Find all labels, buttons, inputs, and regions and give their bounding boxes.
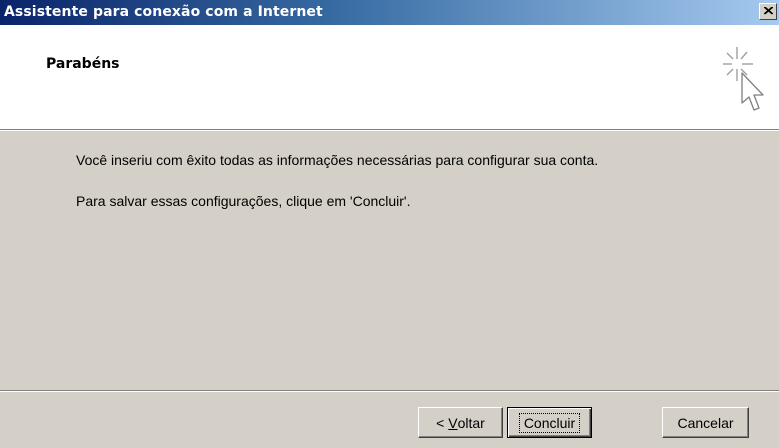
- finish-button[interactable]: Concluir: [507, 407, 592, 438]
- instruction-message: Para salvar essas configurações, clique …: [76, 193, 411, 209]
- window-title: Assistente para conexão com a Internet: [4, 4, 323, 20]
- footer-divider: [0, 390, 779, 392]
- close-button[interactable]: [759, 3, 777, 20]
- wizard-header: Parabéns: [0, 25, 779, 129]
- title-bar[interactable]: Assistente para conexão com a Internet: [0, 0, 779, 25]
- success-message: Você inseriu com êxito todas as informaç…: [76, 152, 599, 168]
- back-button[interactable]: < Voltar: [418, 407, 503, 438]
- header-divider: [0, 129, 779, 131]
- back-button-prefix: <: [436, 414, 449, 431]
- finish-button-label: Concluir: [518, 412, 581, 433]
- page-title: Parabéns: [46, 56, 120, 72]
- back-button-label: oltar: [457, 414, 485, 431]
- cancel-button[interactable]: Cancelar: [662, 407, 749, 438]
- back-button-mnemonic: V: [448, 414, 458, 431]
- close-x-icon: [764, 7, 773, 15]
- cancel-button-label: Cancelar: [677, 414, 734, 431]
- wizard-window: Assistente para conexão com a Internet P…: [0, 0, 779, 448]
- wizard-cursor-sparkle-icon: [723, 47, 764, 111]
